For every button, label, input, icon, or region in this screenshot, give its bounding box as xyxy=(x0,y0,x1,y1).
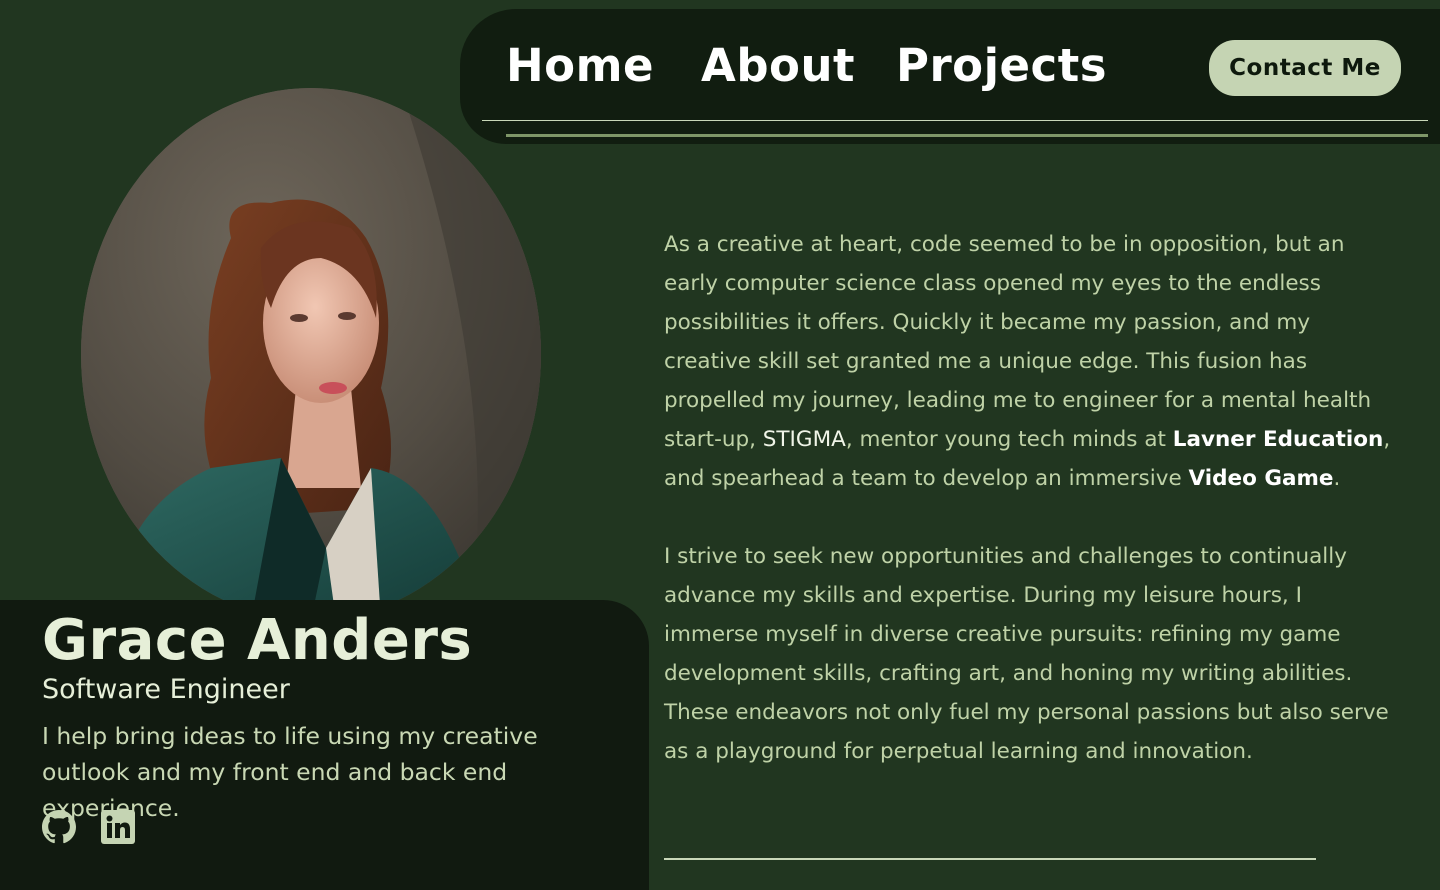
lavner-education-text: Lavner Education xyxy=(1172,427,1384,452)
nav-link-projects[interactable]: Projects xyxy=(896,39,1107,92)
top-nav: Home About Projects Contact Me xyxy=(460,9,1440,144)
profile-role: Software Engineer xyxy=(42,674,290,705)
profile-portrait xyxy=(81,88,541,620)
about-text: . xyxy=(1333,466,1341,491)
nav-link-home[interactable]: Home xyxy=(506,39,654,92)
about-paragraph-2: I strive to seek new opportunities and c… xyxy=(664,544,1389,764)
nav-link-about[interactable]: About xyxy=(701,39,855,92)
profile-name: Grace Anders xyxy=(42,608,473,673)
profile-card: Grace Anders Software Engineer I help br… xyxy=(0,600,649,890)
nav-divider xyxy=(482,120,1428,121)
about-section: As a creative at heart, code seemed to b… xyxy=(664,225,1392,771)
about-text: As a creative at heart, code seemed to b… xyxy=(664,232,1372,452)
about-paragraph-1: As a creative at heart, code seemed to b… xyxy=(664,225,1392,498)
section-divider xyxy=(664,858,1316,860)
stigma-text: STIGMA xyxy=(762,427,846,452)
linkedin-icon[interactable] xyxy=(101,810,135,844)
about-text: , mentor young tech minds at xyxy=(845,427,1173,452)
github-icon[interactable] xyxy=(42,810,76,844)
nav-accent-divider xyxy=(506,134,1428,137)
contact-me-button[interactable]: Contact Me xyxy=(1209,40,1401,96)
video-game-text: Video Game xyxy=(1188,466,1334,491)
